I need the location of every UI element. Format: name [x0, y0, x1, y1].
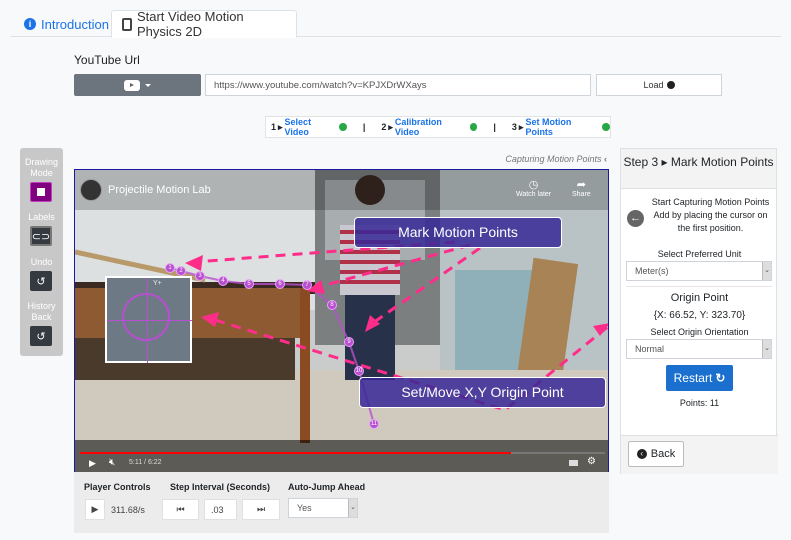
restart-button[interactable]: Restart ↻	[666, 365, 733, 391]
player-controls-label: Player Controls	[84, 482, 151, 492]
playback-rate: 311.68/s	[111, 505, 145, 515]
play-circle-icon	[666, 81, 675, 89]
orientation-select[interactable]: Normal ⌄	[626, 339, 772, 359]
points-count: Points: 11	[679, 398, 720, 408]
step-3[interactable]: 3 ▸ Set Motion Points	[512, 117, 611, 137]
step-interval-input[interactable]	[204, 499, 237, 520]
motion-point-4[interactable]: 4	[218, 276, 228, 286]
unit-label: Select Preferred Unit	[657, 249, 742, 259]
history-back-label: History Back	[27, 301, 56, 322]
labels-toggle-button[interactable]: ⊂⊃	[30, 226, 52, 246]
toggle-icon: ⊂⊃	[31, 230, 51, 243]
motion-point-2[interactable]: 2	[176, 266, 186, 276]
drawing-toolbar: Drawing Mode Labels ⊂⊃ Undo ↺ History Ba…	[20, 148, 63, 356]
step-forward-icon: ⏭	[256, 504, 266, 514]
tab-start-video-motion[interactable]: Start Video Motion Physics 2D	[111, 9, 297, 39]
player-controls-panel: Player Controls Step Interval (Seconds) …	[74, 472, 609, 533]
share-button[interactable]: ➦ Share	[572, 178, 591, 198]
video-time: 5:11 / 6:22	[129, 459, 162, 466]
tab-bar: i Introduction Start Video Motion Physics…	[10, 9, 781, 39]
motion-point-6[interactable]: 6	[275, 279, 285, 289]
history-icon: ↺	[36, 330, 46, 343]
pencil-icon	[37, 188, 45, 196]
instruction-text: Add by placing the cursor on the first p…	[653, 210, 768, 233]
auto-jump-label: Auto-Jump Ahead	[288, 482, 366, 492]
info-icon: i	[24, 18, 36, 30]
panel-header: Step 3 ▸ Mark Motion Points	[621, 149, 776, 189]
step-forward-button[interactable]: ⏭	[242, 499, 280, 520]
origin-title: Origin Point	[670, 292, 729, 304]
youtube-dropdown-button[interactable]	[74, 74, 201, 96]
load-button[interactable]: Load	[596, 74, 722, 96]
arrow-left-circle-icon[interactable]: ←	[627, 210, 644, 227]
zoom-inset: Y+	[105, 276, 192, 363]
youtube-icon	[124, 79, 140, 91]
tablet-icon	[122, 17, 132, 31]
step-progress: 1 ▸ Select Video | 2 ▸ Calibration Video | 3…	[265, 116, 611, 138]
play-icon[interactable]: ▶	[89, 458, 96, 469]
motion-point-10[interactable]: 10	[354, 366, 364, 376]
motion-point-7[interactable]: 7	[302, 280, 312, 290]
step-interval-label: Step Interval (Seconds)	[170, 482, 271, 492]
step-2[interactable]: 2 ▸ Calibration Video	[381, 117, 478, 137]
check-icon	[469, 123, 478, 131]
undo-icon: ↺	[36, 275, 46, 288]
captions-icon[interactable]	[569, 460, 578, 466]
drawing-mode-button[interactable]	[30, 182, 52, 202]
auto-jump-select[interactable]: Yes ⌄	[288, 498, 358, 518]
mute-icon[interactable]: 🔇︎	[109, 457, 115, 468]
labels-label: Labels	[28, 212, 55, 222]
back-button[interactable]: ‹ Back	[628, 441, 684, 467]
clock-icon: ◷	[528, 179, 539, 191]
instruction-title: Start Capturing Motion Points	[651, 197, 770, 207]
chevron-down-icon: ⌄	[348, 499, 357, 517]
motion-point-5[interactable]: 5	[244, 279, 254, 289]
capturing-motion-points-toggle[interactable]: Capturing Motion Points ‹	[480, 154, 607, 164]
origin-point-banner: Set/Move X,Y Origin Point	[359, 377, 606, 408]
undo-button[interactable]: ↺	[30, 271, 52, 291]
refresh-icon: ↻	[715, 371, 726, 385]
share-icon: ➦	[576, 179, 586, 191]
history-back-button[interactable]: ↺	[30, 326, 52, 346]
settings-gear-icon[interactable]: ⚙	[587, 456, 596, 467]
arrow-left-circle-icon: ‹	[636, 449, 647, 459]
origin-value: {X: 66.52, Y: 323.70}	[653, 310, 746, 321]
motion-point-9[interactable]: 9	[344, 337, 354, 347]
orientation-label: Select Origin Orientation	[650, 327, 749, 337]
step-back-icon: ⏮	[176, 504, 185, 514]
caret-down-icon	[145, 83, 151, 87]
motion-point-11[interactable]: 11	[369, 419, 379, 429]
chevron-down-icon: ⌄	[762, 340, 771, 358]
drawing-mode-label: Drawing Mode	[24, 157, 58, 178]
step-back-button[interactable]: ⏮	[162, 499, 199, 520]
motion-point-8[interactable]: 8	[327, 300, 337, 310]
check-icon	[602, 123, 611, 131]
youtube-url-input[interactable]	[205, 74, 591, 96]
chevron-down-icon: ⌄	[762, 262, 771, 280]
step-1[interactable]: 1 ▸ Select Video	[271, 117, 347, 137]
play-icon: ▶	[91, 504, 99, 514]
mark-motion-points-banner: Mark Motion Points	[354, 217, 562, 248]
play-button[interactable]: ▶	[85, 499, 105, 520]
step-panel: Step 3 ▸ Mark Motion Points ← Start Capt…	[620, 148, 778, 474]
video-player[interactable]: Y+ Projectile Motion Lab ◷ Watch later ➦ S…	[74, 169, 609, 473]
channel-avatar[interactable]	[80, 179, 102, 201]
check-icon	[338, 123, 347, 131]
unit-select[interactable]: Meter(s) ⌄	[626, 261, 772, 281]
video-progress-bar[interactable]	[80, 452, 605, 454]
video-title[interactable]: Projectile Motion Lab	[108, 184, 211, 196]
motion-point-1[interactable]: 1	[165, 263, 175, 273]
youtube-url-label: YouTube Url	[74, 53, 140, 67]
chevron-left-icon: ‹	[604, 154, 607, 164]
undo-label: Undo	[30, 257, 53, 267]
tab-introduction[interactable]: i Introduction	[14, 10, 119, 38]
motion-point-3[interactable]: 3	[195, 271, 205, 281]
watch-later-button[interactable]: ◷ Watch later	[516, 178, 551, 198]
